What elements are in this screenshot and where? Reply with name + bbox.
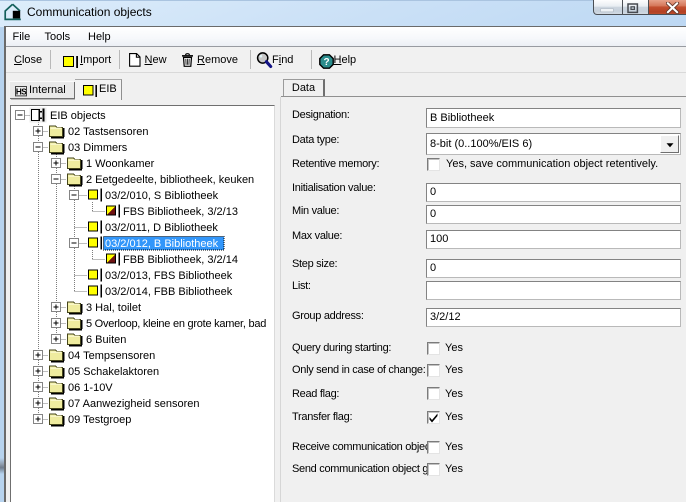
svg-text:03/2/011, D Bibliotheek: 03/2/011, D Bibliotheek [105, 222, 218, 234]
svg-text:FBS Bibliotheek, 3/2/13: FBS Bibliotheek, 3/2/13 [123, 206, 238, 218]
svg-text:EIB objects: EIB objects [50, 110, 106, 122]
svg-text:6 Buiten: 6 Buiten [86, 334, 126, 346]
svg-text:03/2/012, B Bibliotheek: 03/2/012, B Bibliotheek [105, 238, 219, 250]
svg-text:HS: HS [16, 87, 27, 96]
svg-text:?: ? [323, 57, 329, 68]
svg-text:03/2/014, FBB Bibliotheek: 03/2/014, FBB Bibliotheek [105, 286, 233, 298]
svg-text:FBB Bibliotheek, 3/2/14: FBB Bibliotheek, 3/2/14 [123, 254, 238, 266]
svg-text:02 Tastsensoren: 02 Tastsensoren [68, 126, 149, 138]
svg-text:07 Aanwezigheid sensoren: 07 Aanwezigheid sensoren [68, 398, 199, 410]
svg-text:04 Tempsensoren: 04 Tempsensoren [68, 350, 155, 362]
svg-text:03/2/013, FBS Bibliotheek: 03/2/013, FBS Bibliotheek [105, 270, 233, 282]
svg-text:09 Testgroep: 09 Testgroep [68, 414, 131, 426]
svg-text:03 Dimmers: 03 Dimmers [68, 142, 128, 154]
svg-text:3 Hal, toilet: 3 Hal, toilet [86, 302, 141, 314]
svg-text:05 Schakelaktoren: 05 Schakelaktoren [68, 366, 159, 378]
svg-text:2 Eetgedeelte, bibliotheek, ke: 2 Eetgedeelte, bibliotheek, keuken [86, 174, 254, 186]
svg-text:06 1-10V: 06 1-10V [68, 382, 113, 394]
svg-text:03/2/010, S Bibliotheek: 03/2/010, S Bibliotheek [105, 190, 219, 202]
svg-text:5 Overloop, kleine en grote ka: 5 Overloop, kleine en grote kamer, bad [86, 318, 266, 330]
svg-text:1 Woonkamer: 1 Woonkamer [86, 158, 155, 170]
